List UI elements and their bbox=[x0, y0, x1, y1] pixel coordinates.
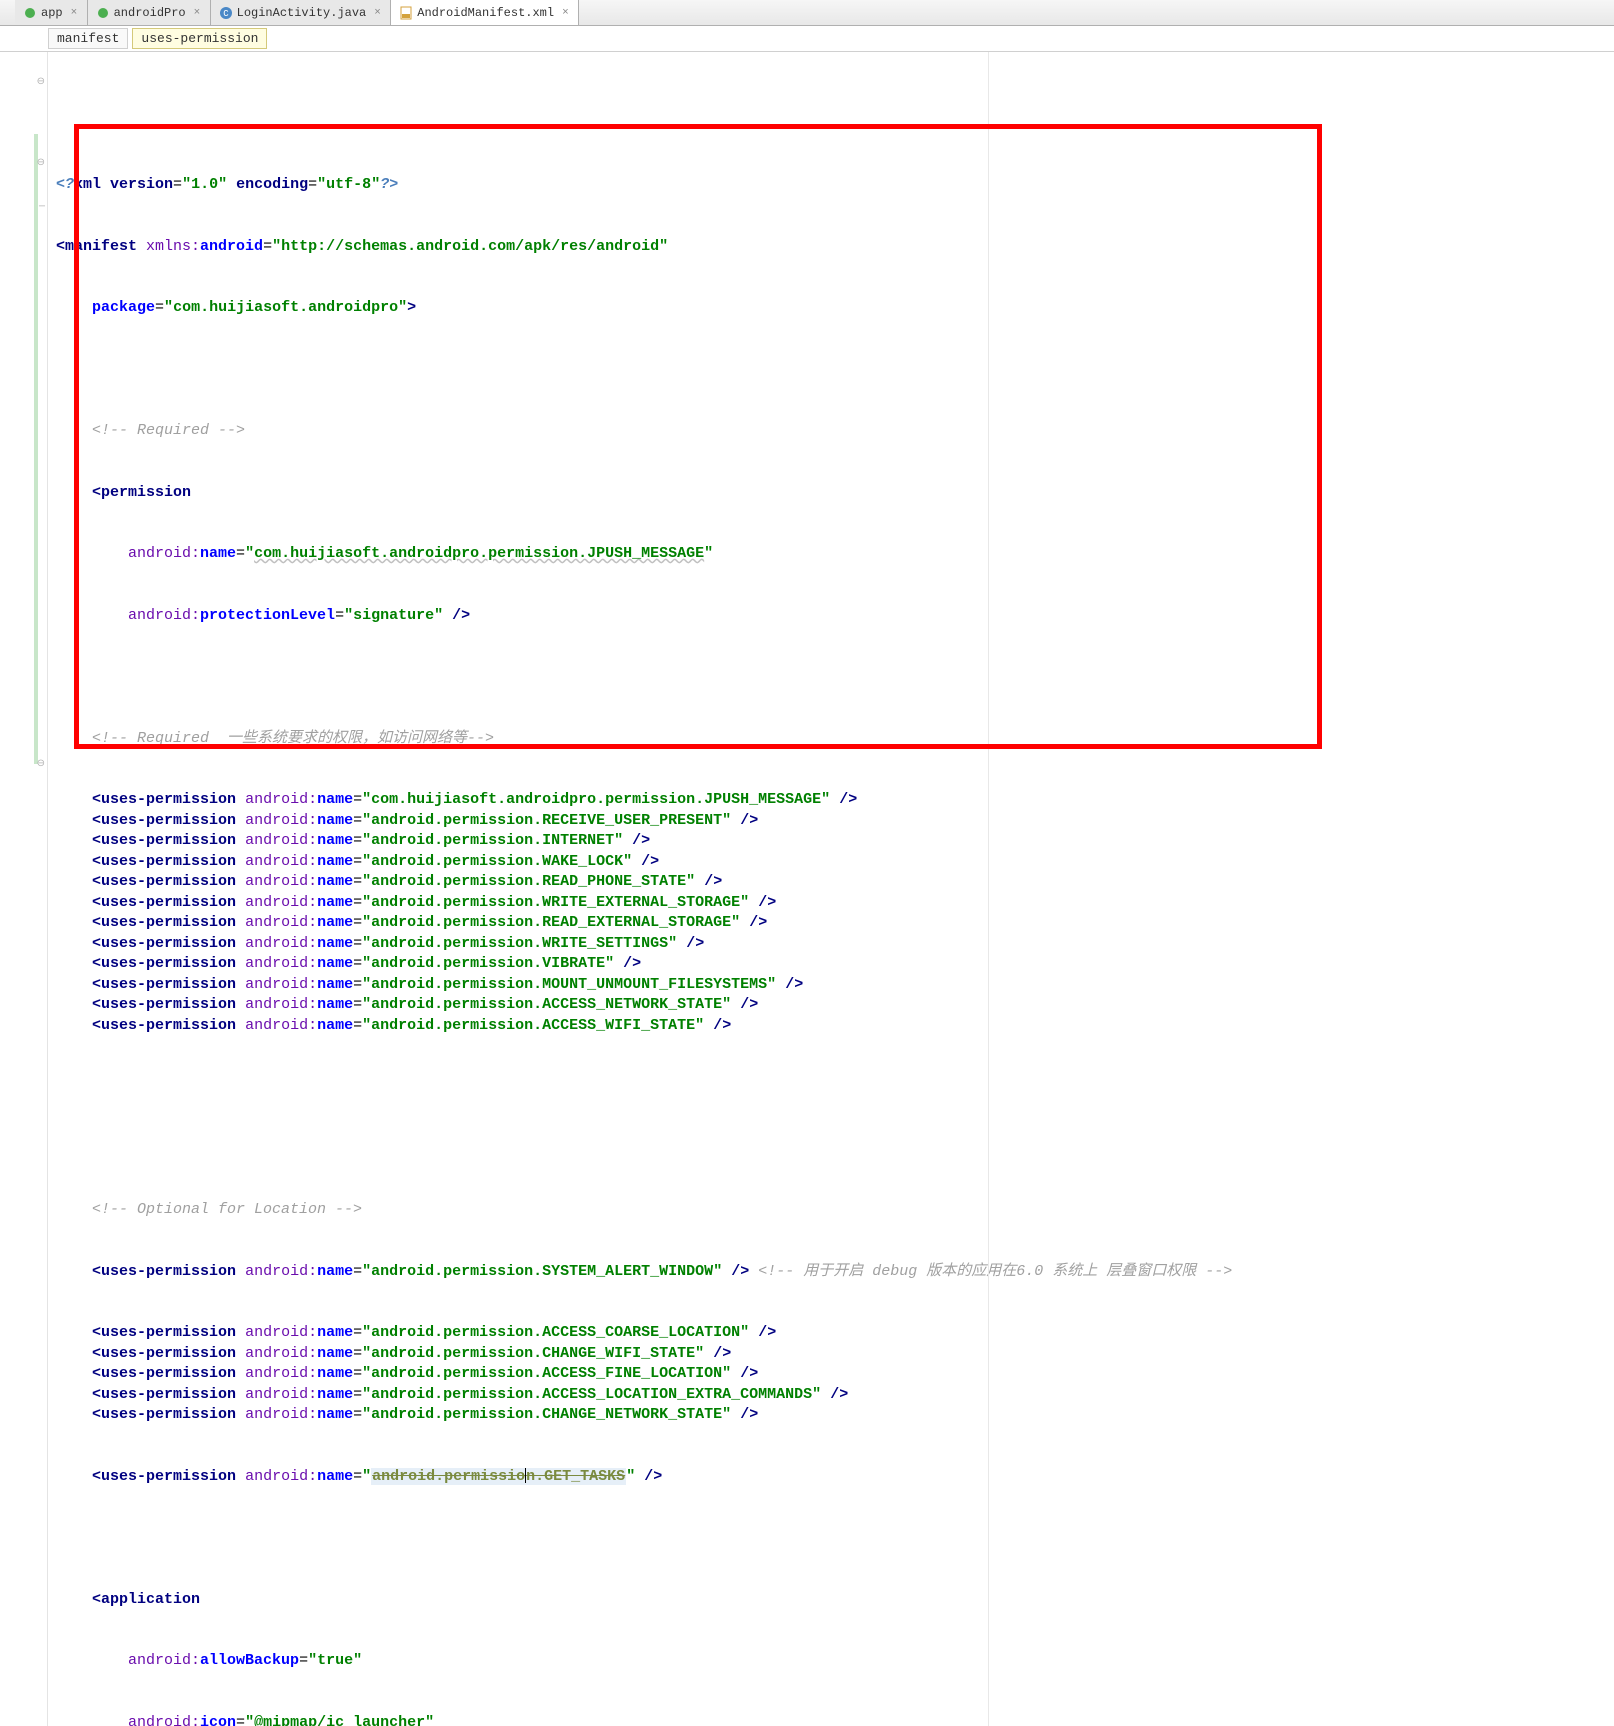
tab-androidpro[interactable]: androidPro × bbox=[88, 0, 211, 25]
tab-label: LoginActivity.java bbox=[237, 6, 367, 20]
code-line: <uses-permission android:name="android.p… bbox=[56, 811, 1614, 832]
breadcrumb-bar: manifest uses-permission bbox=[0, 26, 1614, 52]
code-line: <!-- Optional for Location --> bbox=[56, 1200, 1614, 1221]
code-line: <uses-permission android:name="android.p… bbox=[56, 975, 1614, 996]
deprecated-permission: n.GET_TASKS bbox=[526, 1468, 625, 1485]
close-icon[interactable]: × bbox=[194, 9, 202, 17]
editor-gutter[interactable]: ⊖ ⊖ ─ ⊖ bbox=[0, 52, 48, 1726]
code-line: android:allowBackup="true" bbox=[56, 1651, 1614, 1672]
tab-app[interactable]: app × bbox=[15, 0, 88, 25]
code-line: <?xml version="1.0" encoding="utf-8"?> bbox=[56, 175, 1614, 196]
code-line: package="com.huijiasoft.androidpro"> bbox=[56, 298, 1614, 319]
gradle-icon bbox=[96, 6, 110, 20]
vcs-change-marker bbox=[34, 134, 38, 764]
code-line: android:name="com.huijiasoft.androidpro.… bbox=[56, 544, 1614, 565]
code-line: <uses-permission android:name="android.p… bbox=[56, 893, 1614, 914]
code-line: <!-- Required 一些系统要求的权限，如访问网络等--> bbox=[56, 729, 1614, 750]
gradle-icon bbox=[23, 6, 37, 20]
fold-toggle-icon[interactable]: ⊖ bbox=[37, 157, 45, 169]
fold-toggle-icon[interactable]: ─ bbox=[39, 202, 45, 213]
code-editor[interactable]: <?xml version="1.0" encoding="utf-8"?> <… bbox=[48, 52, 1614, 1726]
close-icon[interactable]: × bbox=[71, 9, 79, 17]
breadcrumb-uses-permission[interactable]: uses-permission bbox=[132, 28, 267, 49]
code-line: <uses-permission android:name="android.p… bbox=[56, 1016, 1614, 1037]
fold-toggle-icon[interactable]: ⊖ bbox=[37, 76, 45, 88]
code-line: <application bbox=[56, 1590, 1614, 1611]
code-line: <uses-permission android:name="android.p… bbox=[56, 872, 1614, 893]
breadcrumb-manifest[interactable]: manifest bbox=[48, 28, 128, 49]
fold-toggle-icon[interactable]: ⊖ bbox=[37, 758, 45, 770]
tab-loginactivity[interactable]: C LoginActivity.java × bbox=[211, 0, 392, 25]
code-line: <uses-permission android:name="android.p… bbox=[56, 954, 1614, 975]
svg-text:C: C bbox=[223, 9, 229, 19]
code-line: <uses-permission android:name="android.p… bbox=[56, 1344, 1614, 1365]
code-line: <uses-permission android:name="com.huiji… bbox=[56, 790, 1614, 811]
code-line: <uses-permission android:name="android.p… bbox=[56, 831, 1614, 852]
xml-file-icon bbox=[399, 6, 413, 20]
code-line: android:protectionLevel="signature" /> bbox=[56, 606, 1614, 627]
code-line: <uses-permission android:name="android.p… bbox=[56, 995, 1614, 1016]
editor-tabs-bar: app × androidPro × C LoginActivity.java … bbox=[0, 0, 1614, 26]
code-line: <uses-permission android:name="android.p… bbox=[56, 1323, 1614, 1344]
code-line: <permission bbox=[56, 483, 1614, 504]
editor-wrap: ⊖ ⊖ ─ ⊖ <?xml version="1.0" encoding="ut… bbox=[0, 52, 1614, 1726]
tab-label: app bbox=[41, 6, 63, 20]
code-line: android:icon="@mipmap/ic_launcher" bbox=[56, 1713, 1614, 1726]
close-icon[interactable]: × bbox=[374, 9, 382, 17]
code-line: <uses-permission android:name="android.p… bbox=[56, 913, 1614, 934]
code-line: <manifest xmlns:android="http://schemas.… bbox=[56, 237, 1614, 258]
code-line: <uses-permission android:name="android.p… bbox=[56, 1364, 1614, 1385]
code-line: <uses-permission android:name="android.p… bbox=[56, 1262, 1614, 1283]
code-line: <uses-permission android:name="android.p… bbox=[56, 852, 1614, 873]
code-line: <uses-permission android:name="android.p… bbox=[56, 934, 1614, 955]
close-icon[interactable]: × bbox=[562, 9, 570, 17]
code-line: <uses-permission android:name="android.p… bbox=[56, 1385, 1614, 1406]
java-class-icon: C bbox=[219, 6, 233, 20]
tab-label: AndroidManifest.xml bbox=[417, 6, 554, 20]
code-line: <uses-permission android:name="android.p… bbox=[56, 1467, 1614, 1488]
code-line: <uses-permission android:name="android.p… bbox=[56, 1405, 1614, 1426]
code-line: <!-- Required --> bbox=[56, 421, 1614, 442]
tab-androidmanifest[interactable]: AndroidManifest.xml × bbox=[391, 0, 579, 25]
tab-label: androidPro bbox=[114, 6, 186, 20]
right-margin-ruler bbox=[988, 52, 989, 1726]
